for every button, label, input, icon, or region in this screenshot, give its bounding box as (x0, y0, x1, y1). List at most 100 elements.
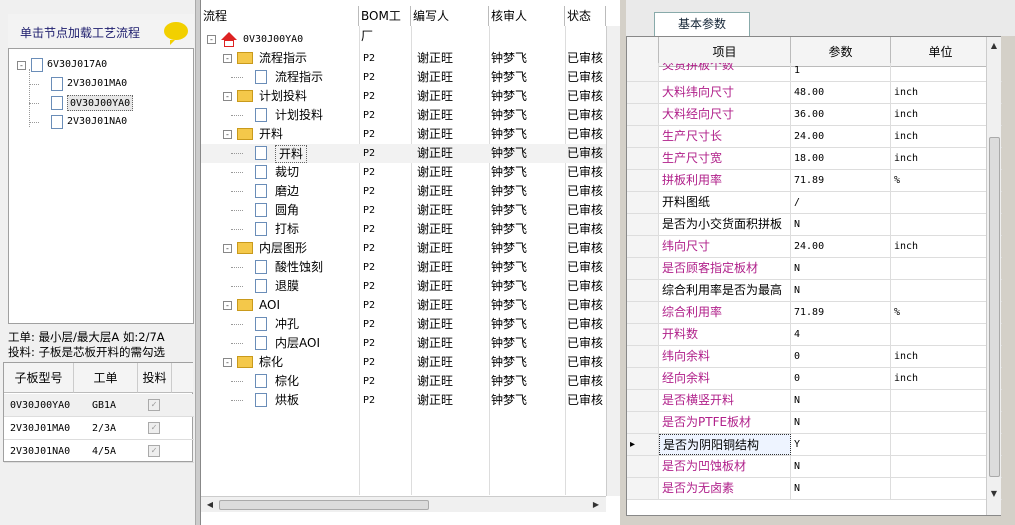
row-selector[interactable] (627, 104, 659, 125)
process-row[interactable]: 计划投料 P2 谢正旺 钟梦飞 已审核 (201, 106, 606, 125)
param-value[interactable]: 48.00 (791, 82, 891, 103)
param-value[interactable]: / (791, 192, 891, 213)
tree-node-label[interactable]: 2V30J01MA0 (67, 76, 127, 92)
process-row[interactable]: 烘板 P2 谢正旺 钟梦飞 已审核 (201, 391, 606, 410)
process-row[interactable]: - 内层图形 P2 谢正旺 钟梦飞 已审核 (201, 239, 606, 258)
param-value[interactable]: 71.89 (791, 302, 891, 323)
param-row[interactable]: 经向余料 0 inch (627, 368, 1002, 390)
tab-basic-params[interactable]: 基本参数 (654, 12, 750, 36)
param-value[interactable]: 18.00 (791, 148, 891, 169)
process-row[interactable]: 磨边 P2 谢正旺 钟梦飞 已审核 (201, 182, 606, 201)
feed-checkbox[interactable]: ✓ (148, 422, 160, 434)
scroll-left-icon[interactable]: ◀ (203, 498, 217, 512)
process-row[interactable]: - AOI P2 谢正旺 钟梦飞 已审核 (201, 296, 606, 315)
param-value[interactable]: N (791, 280, 891, 301)
param-row[interactable]: 是否为PTFE板材 N (627, 412, 1002, 434)
row-selector[interactable] (627, 148, 659, 169)
param-row[interactable]: 生产尺寸宽 18.00 inch (627, 148, 1002, 170)
scroll-up-icon[interactable]: ▲ (987, 39, 1001, 53)
tree-expand-icon[interactable]: - (223, 301, 232, 310)
param-row[interactable]: 是否顾客指定板材 N (627, 258, 1002, 280)
process-row[interactable]: 裁切 P2 谢正旺 钟梦飞 已审核 (201, 163, 606, 182)
param-value[interactable]: N (791, 390, 891, 411)
param-value[interactable]: 1 (791, 63, 891, 81)
process-row[interactable]: 打标 P2 谢正旺 钟梦飞 已审核 (201, 220, 606, 239)
param-row[interactable]: 开料图纸 / (627, 192, 1002, 214)
param-row[interactable]: ▸ 是否为阴阳铜结构 Y (627, 434, 1002, 456)
process-row[interactable]: 圆角 P2 谢正旺 钟梦飞 已审核 (201, 201, 606, 220)
process-row[interactable]: 退膜 P2 谢正旺 钟梦飞 已审核 (201, 277, 606, 296)
sub-table-row[interactable]: 0V30J00YA0 GB1A ✓ (4, 394, 194, 417)
row-selector[interactable]: ▸ (627, 434, 659, 455)
process-row[interactable]: - 棕化 P2 谢正旺 钟梦飞 已审核 (201, 353, 606, 372)
param-row[interactable]: 综合利用率是否为最高 N (627, 280, 1002, 302)
row-selector[interactable] (627, 478, 659, 499)
param-value[interactable]: 24.00 (791, 126, 891, 147)
speech-bubble-icon[interactable] (164, 22, 188, 45)
process-hscroll[interactable]: ◀ ▶ (201, 496, 606, 512)
row-selector[interactable] (627, 126, 659, 147)
row-selector[interactable] (627, 280, 659, 301)
param-vscroll[interactable]: ▲ ▼ (986, 37, 1001, 515)
param-row[interactable]: 是否为凹蚀板材 N (627, 456, 1002, 478)
col-header-status[interactable]: 状态 (565, 6, 606, 26)
row-selector[interactable] (627, 170, 659, 191)
row-selector[interactable] (627, 63, 659, 81)
param-row[interactable]: 大料经向尺寸 36.00 inch (627, 104, 1002, 126)
tree-expand-icon[interactable]: - (223, 54, 232, 63)
sub-table-row[interactable]: 2V30J01MA0 2/3A ✓ (4, 417, 194, 440)
tree-expand-icon[interactable]: - (223, 130, 232, 139)
row-selector[interactable] (627, 390, 659, 411)
param-row[interactable]: 纬向尺寸 24.00 inch (627, 236, 1002, 258)
param-row[interactable]: 大料纬向尺寸 48.00 inch (627, 82, 1002, 104)
tree-expand-icon[interactable]: - (223, 244, 232, 253)
feed-checkbox[interactable]: ✓ (148, 445, 160, 457)
scroll-right-icon[interactable]: ▶ (589, 498, 603, 512)
param-value[interactable]: Y (791, 434, 891, 455)
param-row[interactable]: 纬向余料 0 inch (627, 346, 1002, 368)
col-header-writer[interactable]: 编写人 (411, 6, 489, 26)
process-hscroll-thumb[interactable] (219, 500, 429, 510)
param-value[interactable]: N (791, 412, 891, 433)
param-row[interactable]: 开料数 4 (627, 324, 1002, 346)
row-selector[interactable] (627, 214, 659, 235)
param-value[interactable]: 36.00 (791, 104, 891, 125)
sub-table-row[interactable]: 2V30J01NA0 4/5A ✓ (4, 440, 194, 463)
col-header-bom[interactable]: BOM工厂 (359, 6, 411, 43)
process-row[interactable]: - 计划投料 P2 谢正旺 钟梦飞 已审核 (201, 87, 606, 106)
row-selector[interactable] (627, 412, 659, 433)
tree-node-label[interactable]: 6V30J017A0 (47, 57, 107, 73)
tree-expand-icon[interactable]: - (223, 92, 232, 101)
param-value[interactable]: N (791, 456, 891, 477)
process-row[interactable]: 内层AOI P2 谢正旺 钟梦飞 已审核 (201, 334, 606, 353)
row-selector[interactable] (627, 82, 659, 103)
col-header-order[interactable]: 工单 (74, 363, 138, 393)
tree-expand-icon[interactable]: - (223, 358, 232, 367)
process-row[interactable]: - 开料 P2 谢正旺 钟梦飞 已审核 (201, 125, 606, 144)
param-value[interactable]: 4 (791, 324, 891, 345)
row-selector[interactable] (627, 258, 659, 279)
row-selector[interactable] (627, 346, 659, 367)
row-selector[interactable] (627, 456, 659, 477)
row-selector[interactable] (627, 324, 659, 345)
param-row[interactable]: 是否为小交货面积拼板 N (627, 214, 1002, 236)
process-row[interactable]: 流程指示 P2 谢正旺 钟梦飞 已审核 (201, 68, 606, 87)
param-value[interactable]: N (791, 478, 891, 499)
col-header-reviewer[interactable]: 核审人 (489, 6, 565, 26)
tree-expand-icon[interactable]: - (17, 61, 26, 70)
param-vscroll-thumb[interactable] (989, 137, 1000, 477)
col-header-model[interactable]: 子板型号 (4, 363, 74, 393)
col-header-process[interactable]: 流程 (201, 6, 359, 26)
row-selector[interactable] (627, 192, 659, 213)
tree-node-label[interactable]: 2V30J01NA0 (67, 114, 127, 130)
scroll-down-icon[interactable]: ▼ (987, 487, 1001, 501)
row-selector[interactable] (627, 368, 659, 389)
param-row[interactable]: 生产尺寸长 24.00 inch (627, 126, 1002, 148)
row-selector[interactable] (627, 302, 659, 323)
param-row[interactable]: 综合利用率 71.89% (627, 302, 1002, 324)
process-row[interactable]: 开料 P2 谢正旺 钟梦飞 已审核 (201, 144, 606, 163)
row-selector[interactable] (627, 236, 659, 257)
process-row[interactable]: 冲孔 P2 谢正旺 钟梦飞 已审核 (201, 315, 606, 334)
param-value[interactable]: 0 (791, 368, 891, 389)
tree-expand-icon[interactable]: - (207, 35, 216, 44)
